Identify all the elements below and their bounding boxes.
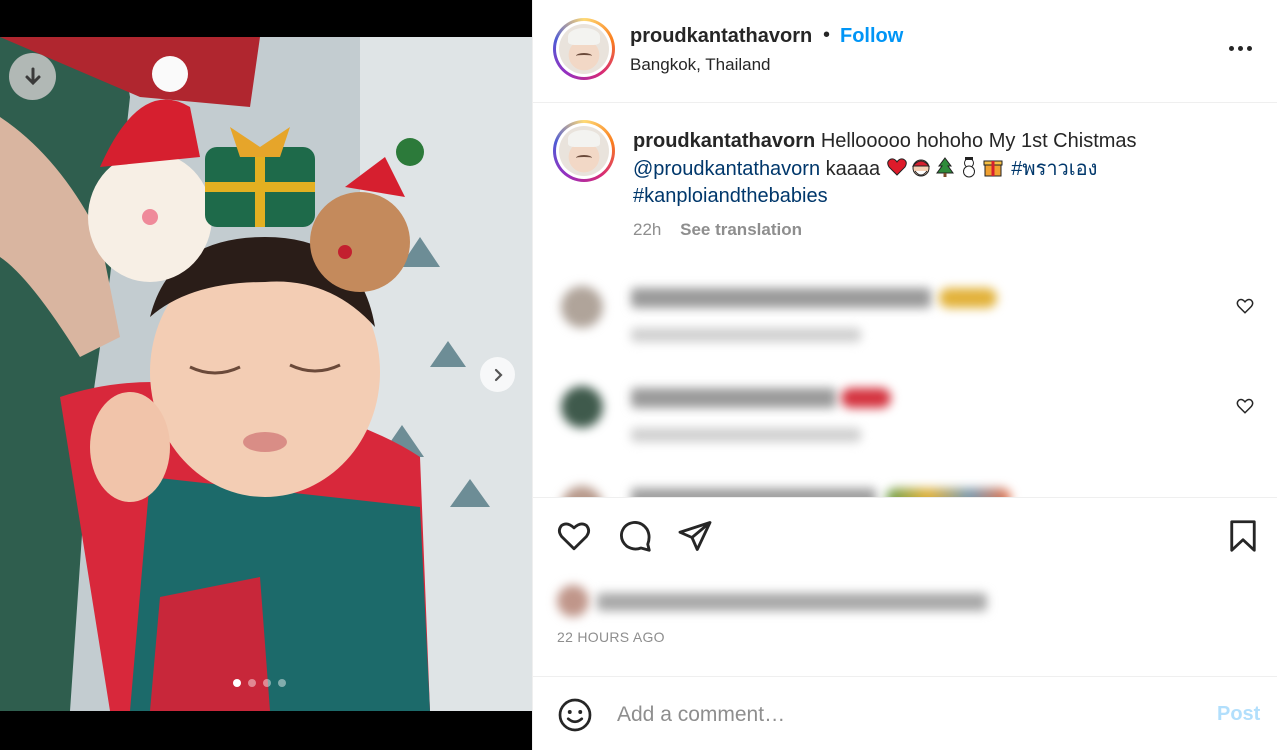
comment-avatar[interactable] (561, 386, 603, 428)
comment-meta-blurred (631, 428, 861, 442)
like-heart-icon[interactable] (556, 518, 592, 554)
comment-avatar[interactable] (561, 286, 603, 328)
download-arrow-icon (25, 67, 40, 85)
download-button[interactable] (9, 53, 56, 100)
post-caption: proudkantathavorn Hellooooo hohoho My 1s… (633, 128, 1193, 211)
caption-meta: 22h See translation (633, 220, 802, 240)
carousel-dot (248, 679, 256, 687)
add-comment-bar: Post (533, 676, 1277, 750)
carousel-indicator (233, 679, 286, 687)
post-location[interactable]: Bangkok, Thailand (630, 55, 771, 75)
comment-avatar[interactable] (561, 486, 603, 497)
likes-summary[interactable] (533, 575, 1277, 621)
comment-text-blurred (631, 488, 876, 497)
post-media (0, 0, 532, 750)
comment-meta-blurred (631, 328, 861, 342)
author-username[interactable]: proudkantathavorn (630, 25, 812, 48)
snowman-emoji-icon (962, 156, 975, 177)
caption-after-mention: kaaaa (825, 157, 881, 180)
likes-text-blurred (597, 593, 987, 611)
gift-emoji-icon (983, 160, 1003, 176)
share-paper-plane-icon[interactable] (677, 518, 713, 554)
more-dot-icon (1237, 45, 1243, 51)
instagram-post-modal: proudkantathavorn • Follow Bangkok, Thai… (0, 0, 1277, 750)
next-slide-button[interactable] (480, 357, 515, 392)
comment-like-heart-icon[interactable] (1236, 397, 1254, 415)
more-dot-icon (1246, 45, 1252, 51)
post-photo[interactable] (0, 37, 532, 711)
save-bookmark-icon[interactable] (1225, 518, 1261, 554)
carousel-dot-active (233, 679, 241, 687)
post-timestamp[interactable]: 22 HOURS AGO (557, 629, 665, 645)
post-side-panel: proudkantathavorn • Follow Bangkok, Thai… (532, 0, 1277, 750)
more-dot-icon (1228, 45, 1234, 51)
comment-emoji-blurred (841, 388, 891, 408)
comment-text-blurred (631, 388, 836, 408)
christmas-tree-emoji-icon (935, 156, 954, 177)
follow-button[interactable]: Follow (840, 25, 903, 48)
comment-item (541, 353, 1277, 443)
caption-text: Hellooooo hohoho My 1st Chistmas (820, 130, 1137, 152)
carousel-dot (263, 679, 271, 687)
caption-hashtag[interactable]: #พราวเอง (1011, 158, 1097, 180)
carousel-dot (278, 679, 286, 687)
liker-avatar (557, 585, 589, 617)
comment-input[interactable] (617, 699, 1177, 731)
chevron-right-icon (494, 368, 503, 381)
post-header: proudkantathavorn • Follow Bangkok, Thai… (533, 0, 1277, 103)
caption-mention[interactable]: @proudkantathavorn (633, 158, 820, 180)
comment-emoji-blurred (886, 488, 1011, 497)
comment-like-heart-icon[interactable] (1236, 297, 1254, 315)
header-separator: • (823, 24, 831, 46)
emoji-smiley-icon[interactable] (557, 697, 593, 733)
author-avatar[interactable] (553, 18, 615, 80)
santa-emoji-icon (911, 159, 930, 176)
caption-avatar[interactable] (553, 120, 615, 182)
comment-emoji-blurred (939, 288, 997, 308)
more-options-button[interactable] (1225, 36, 1255, 60)
caption-username[interactable]: proudkantathavorn (633, 130, 815, 152)
heart-emoji-icon (886, 157, 907, 176)
comment-item (541, 253, 1277, 343)
caption-hashtag[interactable]: #kanploiandthebabies (633, 185, 828, 207)
post-actions (533, 498, 1277, 576)
caption-time[interactable]: 22h (633, 220, 661, 239)
comments-list[interactable] (541, 247, 1277, 497)
post-comment-button[interactable]: Post (1217, 703, 1260, 726)
comment-bubble-icon[interactable] (617, 518, 653, 554)
see-translation-button[interactable]: See translation (680, 220, 802, 239)
comment-text-blurred (631, 288, 931, 308)
comment-item (541, 453, 1277, 497)
